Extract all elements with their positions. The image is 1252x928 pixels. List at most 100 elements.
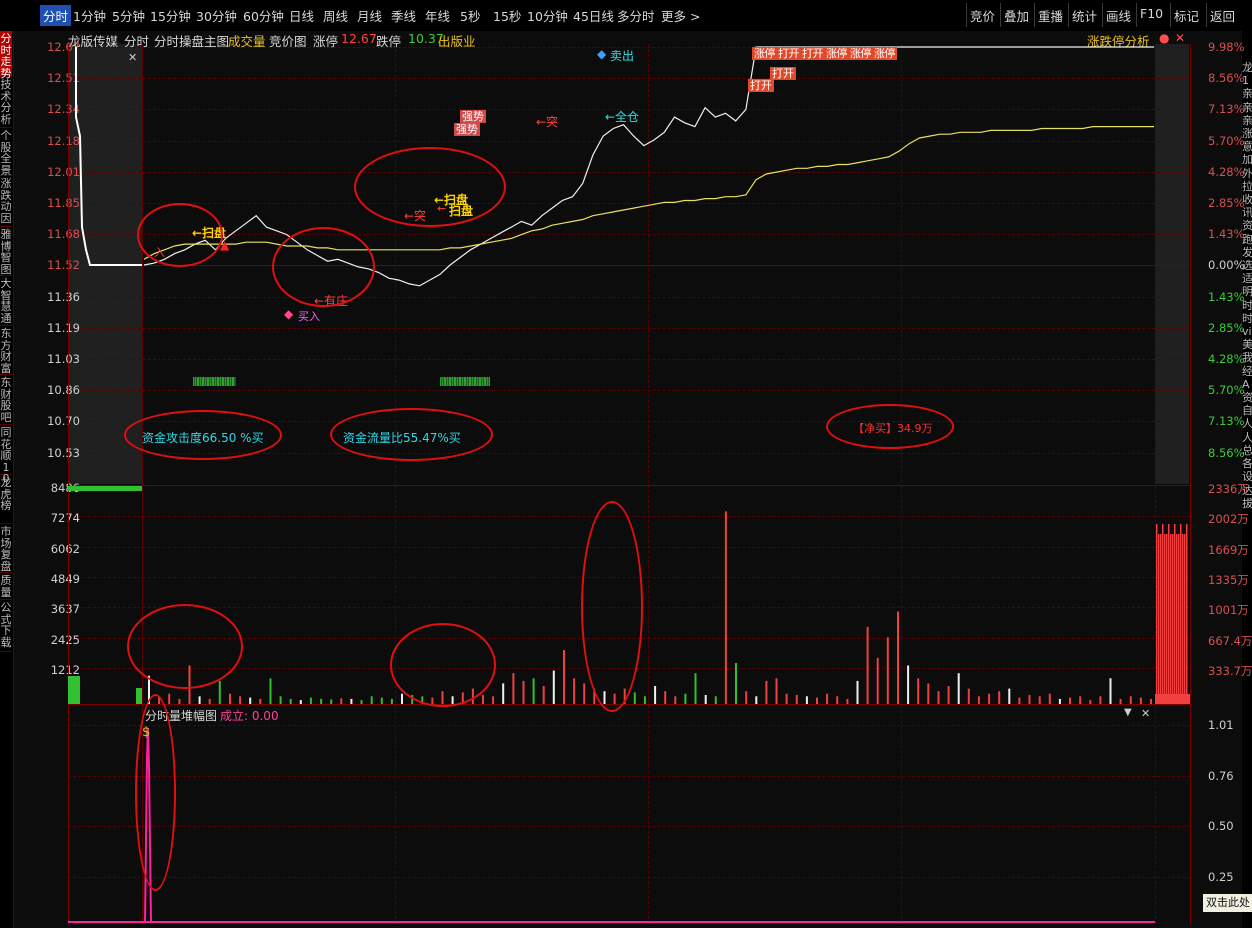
highlight-ellipse [330,408,493,461]
volume-bar [876,657,879,704]
side-tab-1[interactable]: 技术分析 [0,77,12,128]
highlight-ellipse [127,604,243,689]
after-close-volume-bar [1156,524,1158,704]
period-tab-3[interactable]: 15分钟 [150,6,191,25]
toolbar-button-5[interactable]: F10 [1140,6,1163,21]
toolbar-button-2[interactable]: 重播 [1038,6,1063,25]
toolbar-separator [1206,3,1207,27]
period-tab-15[interactable]: 多分时 [617,6,655,25]
volume-bar [694,673,697,704]
volume-bar [309,697,312,704]
period-tab-1[interactable]: 1分钟 [73,6,106,25]
volume-bar [704,695,707,704]
volume-bar [1028,695,1031,704]
sub-dropdown-icon[interactable]: ▼ [1124,707,1132,718]
volume-bar [866,626,869,704]
sub-chart-group [68,727,1155,923]
highlight-ellipse [272,227,375,307]
double-click-tooltip[interactable]: 双击此处 [1203,894,1252,912]
pre-open-volume-bar [136,688,142,704]
side-tab-9[interactable]: 龙虎榜 [0,475,12,524]
volume-bar [967,688,970,704]
volume-bar [542,686,545,704]
toolbar-button-1[interactable]: 叠加 [1004,6,1029,25]
volume-bar [886,637,889,704]
volume-bar [198,696,201,704]
side-tab-6[interactable]: 东方财富 [0,326,12,375]
volume-bar [836,696,839,704]
side-tab-3[interactable]: 涨跌动因 [0,176,12,227]
volume-bar [957,673,960,704]
volume-bar [724,511,727,704]
open-tag-2: 打开 [748,79,774,92]
after-close-volume-bar [1186,524,1188,704]
volume-bar [988,693,991,704]
after-close-volume-bar [1178,534,1180,704]
side-tab-8[interactable]: 同花顺10 [0,425,12,484]
volume-bar [684,693,687,704]
volume-bar [512,673,515,704]
volume-bar [552,670,555,704]
side-tab-5[interactable]: 大智慧通 [0,276,12,326]
volume-bar [745,691,748,704]
sub-panel-value: 成立: 0.00 [220,709,279,723]
volume-bar [856,680,859,704]
side-tab-0[interactable]: 分时走势 [0,31,12,79]
after-close-volume-bar [1168,524,1170,704]
sub-close-icon[interactable]: ✕ [1141,707,1150,720]
volume-bar [532,678,535,704]
period-tab-12[interactable]: 15秒 [493,6,521,25]
period-tab-5[interactable]: 60分钟 [243,6,284,25]
period-tab-13[interactable]: 10分钟 [527,6,568,25]
toolbar-button-0[interactable]: 竞价 [970,6,995,25]
toolbar-button-3[interactable]: 统计 [1072,6,1097,25]
volume-bar [482,695,484,704]
volume-bar [907,665,910,704]
side-tab-11[interactable]: 质量 [0,573,12,600]
after-close-volume-bar [1158,534,1160,704]
breakout-annotation-2: ←突 [536,115,559,129]
volume-bar [1119,698,1122,704]
period-tab-14[interactable]: 45日线 [573,6,614,25]
after-close-volume-bar [1170,534,1172,704]
period-tab-8[interactable]: 月线 [357,6,382,25]
period-tab-16[interactable]: 更多 > [661,6,700,25]
toolbar-button-6[interactable]: 标记 [1174,6,1199,25]
volume-bar [785,693,788,704]
volume-bar [502,683,505,704]
intraday-chart[interactable]: 龙版传媒 分时 分时操盘主图 成交量 竞价图 涨停 12.67 跌停 10.37 出版业 涨跌停… [14,31,1252,928]
period-tab-10[interactable]: 年线 [425,6,450,25]
strong-tag-2: 强势 [454,123,480,136]
strong-tag-1: 强势 [460,110,486,123]
period-tab-0[interactable]: 分时 [40,5,72,26]
volume-bar [1089,700,1092,704]
volume-bar [583,683,586,704]
volume-bar [522,680,525,704]
limit-up-tags: 涨停 打开 打开 涨停 涨停 涨停 [752,47,897,60]
chart-svg [68,46,1190,923]
side-tab-2[interactable]: 个股全景 [0,128,12,176]
right-strip-text: 龙1亲亲亲涨意加外拉收讯资跑发选适明时时vi美我经A资自人人总各设达拔 [1242,61,1252,510]
toolbar-button-7[interactable]: 返回 [1210,6,1235,25]
toolbar-separator [1170,3,1171,27]
period-tab-11[interactable]: 5秒 [460,6,480,25]
side-tab-10[interactable]: 市场复盘 [0,524,12,573]
volume-bar [249,697,252,704]
pre-open-volume-bar [68,676,80,704]
volume-bar [998,691,1001,704]
volume-bar [633,692,636,704]
period-tab-4[interactable]: 30分钟 [196,6,237,25]
volume-bar [917,678,920,704]
after-close-volume-bar [1176,534,1178,704]
period-tab-2[interactable]: 5分钟 [112,6,145,25]
side-tab-12[interactable]: 公式下载 [0,600,12,652]
volume-bar [1129,696,1132,704]
side-tab-7[interactable]: 东财股吧 [0,375,12,425]
volume-bar [816,697,818,704]
period-tab-9[interactable]: 季线 [391,6,416,25]
toolbar-button-4[interactable]: 画线 [1106,6,1131,25]
side-tab-4[interactable]: 雅博智图 [0,227,12,276]
period-tab-7[interactable]: 周线 [323,6,348,25]
period-tab-6[interactable]: 日线 [289,6,314,25]
sell-annotation: 卖出 [610,49,635,63]
